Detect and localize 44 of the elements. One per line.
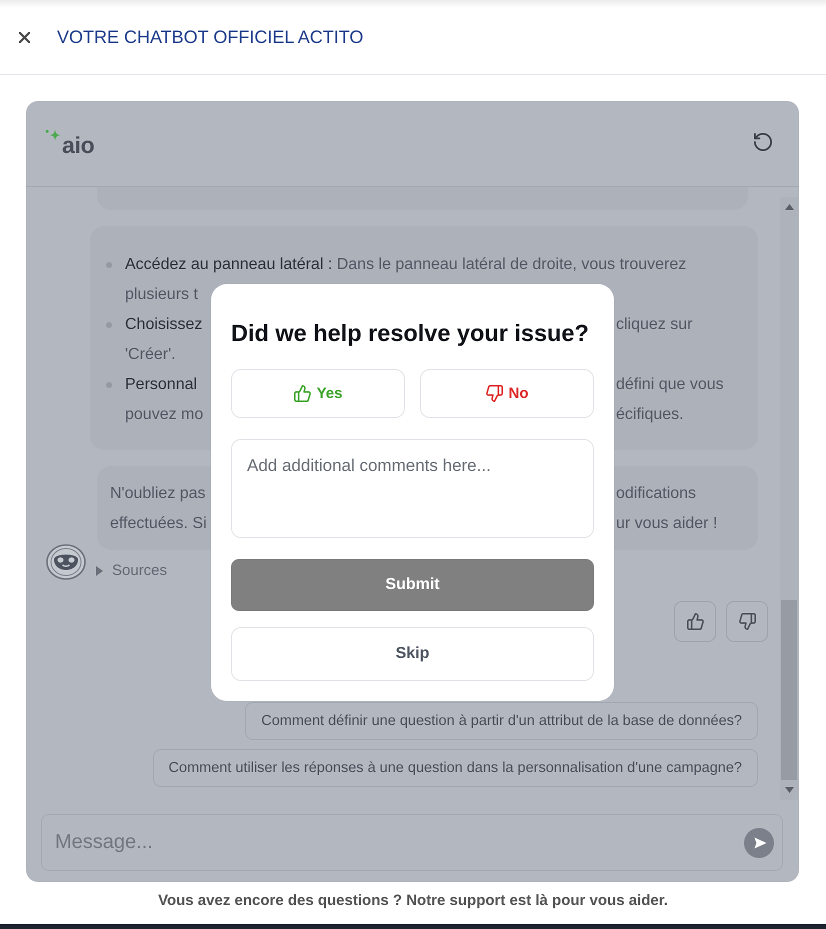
sparkle-icon: [45, 128, 62, 142]
scrollbar-thumb[interactable]: [781, 600, 797, 780]
bot-avatar-icon: [46, 544, 86, 580]
thumbs-down-icon: [738, 613, 756, 630]
send-button[interactable]: [744, 828, 774, 858]
message-text: plusieurs t: [125, 285, 198, 305]
comment-field[interactable]: Add additional comments here...: [231, 439, 594, 538]
dislike-button[interactable]: [726, 601, 768, 642]
no-button[interactable]: No: [420, 369, 594, 418]
message-text: ur vous aider !: [616, 514, 718, 534]
send-icon: [754, 837, 766, 849]
skip-button[interactable]: Skip: [231, 627, 594, 681]
bullet-icon: [106, 382, 112, 388]
message-text: cliquez sur: [616, 315, 692, 335]
bullet-icon: [106, 322, 112, 328]
header-title: VOTRE CHATBOT OFFICIEL ACTITO: [57, 26, 364, 48]
thumbs-down-icon: [486, 385, 502, 402]
message-text: 'Créer'.: [125, 345, 176, 365]
scroll-down-icon[interactable]: [784, 787, 794, 793]
refresh-icon[interactable]: [754, 132, 772, 150]
like-button[interactable]: [674, 601, 716, 642]
footer-text: Vous avez encore des questions ? Notre support est là pour vous aider.: [158, 892, 668, 910]
message-text: Personnal: [125, 375, 198, 395]
thumbs-up-icon: [686, 613, 704, 630]
message-text: Choisissez: [125, 315, 202, 335]
scrollbar[interactable]: [780, 197, 798, 800]
suggestion-button[interactable]: Comment utiliser les réponses à une question dans la personnalisation d'une campagne?: [152, 749, 758, 787]
sources-toggle[interactable]: Sources: [96, 562, 168, 580]
dialog-title: Did we help resolve your issue?: [231, 319, 590, 348]
yes-button[interactable]: Yes: [231, 369, 405, 418]
message-text: défini que vous: [616, 375, 724, 395]
message-text: odifications: [616, 484, 696, 504]
message-text: écifiques.: [616, 405, 684, 425]
bullet-icon: [106, 262, 112, 268]
message-field[interactable]: Message...: [41, 814, 783, 871]
close-icon[interactable]: [19, 32, 30, 42]
message-text: Accédez au panneau latéral : Dans le panneau latéral de droite, vous trouverez: [125, 255, 686, 275]
suggestion-button[interactable]: Comment définir une question à partir d'un attribut de la base de données?: [245, 702, 758, 740]
scroll-up-icon[interactable]: [784, 204, 794, 210]
logo-text: aio: [62, 132, 94, 156]
message-text: N'oubliez pas: [110, 484, 206, 504]
thumbs-up-icon: [294, 385, 311, 402]
message-text: pouvez mo: [125, 405, 204, 425]
message-text: effectuées. Si: [110, 514, 207, 534]
